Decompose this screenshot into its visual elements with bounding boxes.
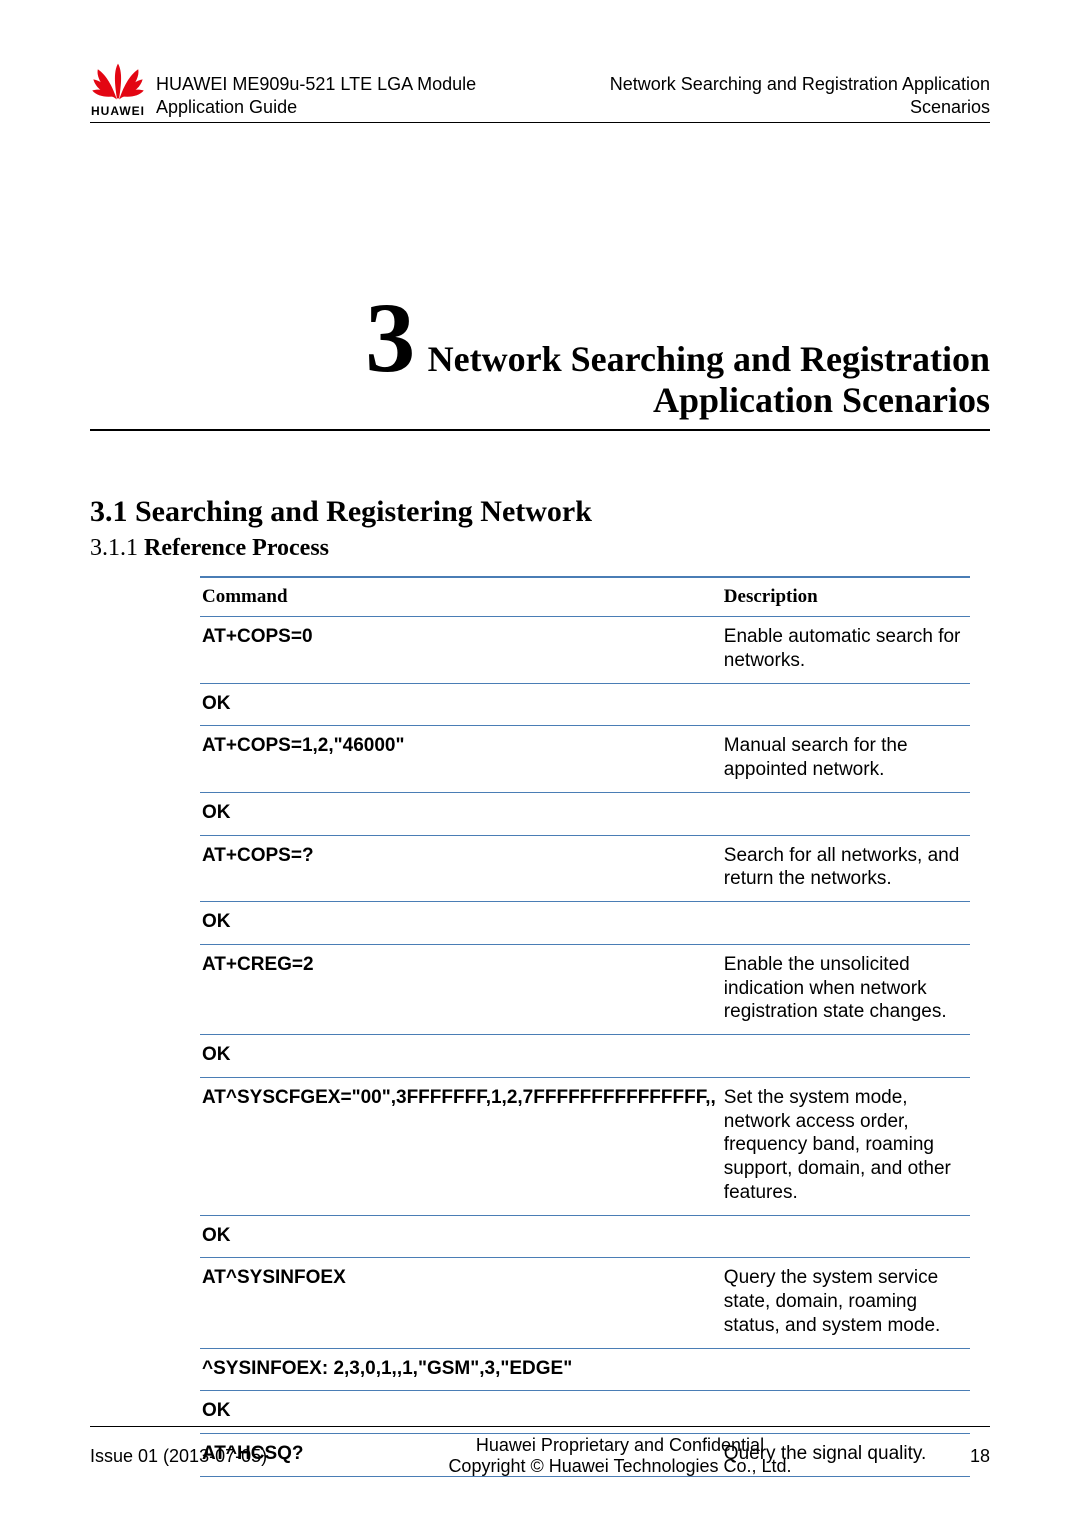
cell-description: Manual search for the appointed network. xyxy=(722,726,970,793)
table-row: AT+COPS=?Search for all networks, and re… xyxy=(200,835,970,902)
table-row: OK xyxy=(200,792,970,835)
cell-description xyxy=(722,792,970,835)
table-row: OK xyxy=(200,902,970,945)
cell-command: OK xyxy=(200,1215,722,1258)
brand-logo: HUAWEI xyxy=(90,60,146,118)
col-command: Command xyxy=(200,577,722,617)
brand-text: HUAWEI xyxy=(91,104,145,118)
cell-command: AT+COPS=1,2,"46000" xyxy=(200,726,722,793)
cell-command: OK xyxy=(200,902,722,945)
header-left-line1: HUAWEI ME909u-521 LTE LGA Module xyxy=(156,74,476,94)
cell-command: OK xyxy=(200,792,722,835)
table-row: AT^SYSINFOEXQuery the system service sta… xyxy=(200,1258,970,1348)
cell-command: OK xyxy=(200,683,722,726)
table-row: AT^SYSCFGEX="00",3FFFFFFF,1,2,7FFFFFFFFF… xyxy=(200,1077,970,1215)
table-row: OK xyxy=(200,683,970,726)
footer-page-number: 18 xyxy=(930,1446,990,1467)
cell-command: AT^SYSCFGEX="00",3FFFFFFF,1,2,7FFFFFFFFF… xyxy=(200,1077,722,1215)
header-left-line2: Application Guide xyxy=(156,97,297,117)
footer-copyright: Huawei Proprietary and Confidential Copy… xyxy=(310,1435,930,1477)
section-heading-1: 3.1 Searching and Registering Network xyxy=(90,495,990,529)
section-h2-number: 3.1.1 xyxy=(90,535,144,561)
footer-center-line1: Huawei Proprietary and Confidential xyxy=(476,1435,764,1455)
cell-description: Search for all networks, and return the … xyxy=(722,835,970,902)
header-right-line2: Scenarios xyxy=(910,97,990,117)
header-right-line1: Network Searching and Registration Appli… xyxy=(610,74,990,94)
page: HUAWEI HUAWEI ME909u-521 LTE LGA Module … xyxy=(0,0,1080,1527)
cell-description xyxy=(722,683,970,726)
header-left: HUAWEI ME909u-521 LTE LGA Module Applica… xyxy=(156,73,476,118)
section-h2-text: Reference Process xyxy=(144,535,329,561)
cell-description: Query the system service state, domain, … xyxy=(722,1258,970,1348)
table-row: OK xyxy=(200,1035,970,1078)
cell-command: ^SYSINFOEX: 2,3,0,1,,1,"GSM",3,"EDGE" xyxy=(200,1348,722,1391)
table-header-row: Command Description xyxy=(200,577,970,617)
page-footer: Issue 01 (2013-07-05) Huawei Proprietary… xyxy=(90,1426,990,1477)
chapter-title-line2: Application Scenarios xyxy=(90,379,990,421)
cell-description: Set the system mode, network access orde… xyxy=(722,1077,970,1215)
cell-description xyxy=(722,902,970,945)
cell-command: AT+COPS=0 xyxy=(200,617,722,684)
footer-center-line2: Copyright © Huawei Technologies Co., Ltd… xyxy=(448,1456,791,1476)
table-row: OK xyxy=(200,1215,970,1258)
header-right: Network Searching and Registration Appli… xyxy=(610,73,990,118)
footer-issue: Issue 01 (2013-07-05) xyxy=(90,1446,310,1467)
cell-description xyxy=(722,1348,970,1391)
command-table: Command Description AT+COPS=0Enable auto… xyxy=(200,576,970,1477)
cell-description: Enable the unsolicited indication when n… xyxy=(722,944,970,1034)
cell-description xyxy=(722,1035,970,1078)
section-heading-2: 3.1.1 Reference Process xyxy=(90,535,990,562)
huawei-logo-icon xyxy=(90,60,146,102)
table-row: AT+COPS=0Enable automatic search for net… xyxy=(200,617,970,684)
cell-command: AT+COPS=? xyxy=(200,835,722,902)
table-row: AT+COPS=1,2,"46000"Manual search for the… xyxy=(200,726,970,793)
cell-command: OK xyxy=(200,1035,722,1078)
table-row: AT+CREG=2Enable the unsolicited indicati… xyxy=(200,944,970,1034)
col-description: Description xyxy=(722,577,970,617)
chapter-heading: 3 Network Searching and Registration App… xyxy=(90,293,990,431)
cell-command: AT^SYSINFOEX xyxy=(200,1258,722,1348)
page-header: HUAWEI HUAWEI ME909u-521 LTE LGA Module … xyxy=(90,60,990,123)
table-row: ^SYSINFOEX: 2,3,0,1,,1,"GSM",3,"EDGE" xyxy=(200,1348,970,1391)
chapter-title-line1: Network Searching and Registration xyxy=(428,339,990,379)
header-titles: HUAWEI ME909u-521 LTE LGA Module Applica… xyxy=(156,73,990,118)
chapter-number: 3 xyxy=(365,293,415,383)
cell-description xyxy=(722,1215,970,1258)
cell-command: AT+CREG=2 xyxy=(200,944,722,1034)
cell-description: Enable automatic search for networks. xyxy=(722,617,970,684)
